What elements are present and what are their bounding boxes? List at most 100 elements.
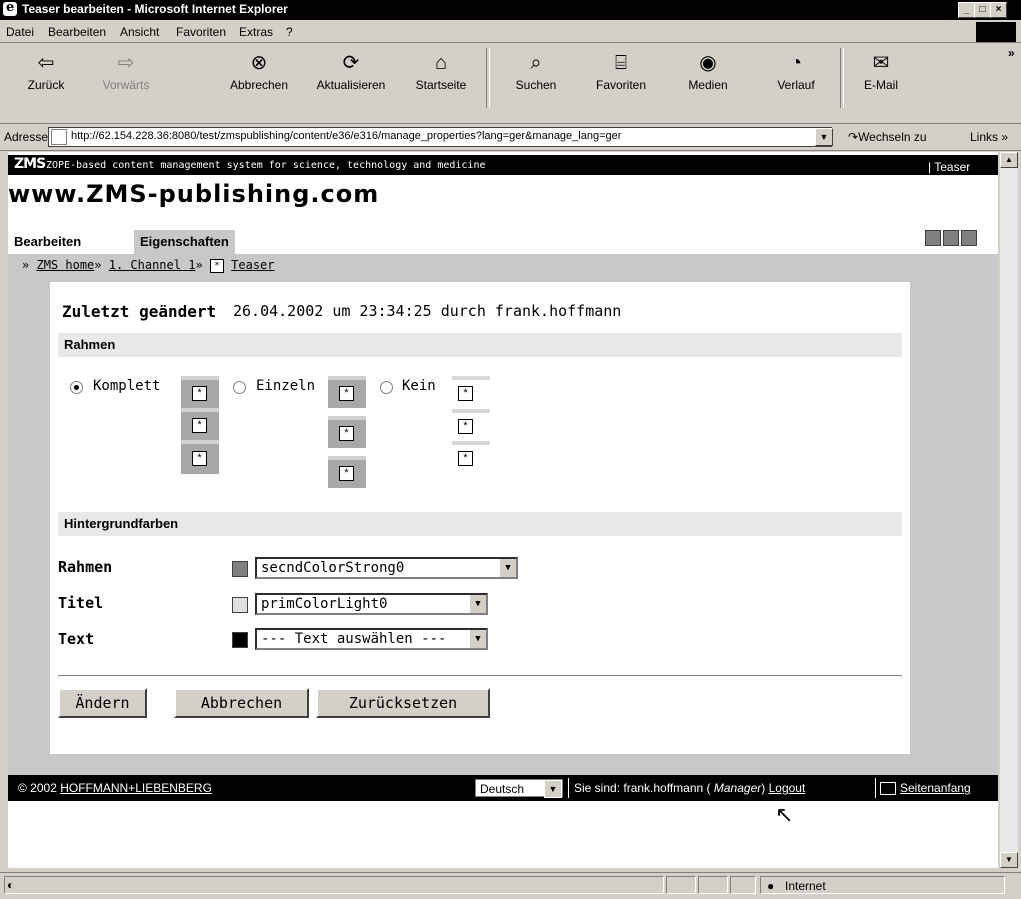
menu-favoriten[interactable]: Favoriten [176, 25, 226, 39]
teaser-icon: * [458, 386, 473, 401]
color-label-titel: Titel [58, 594, 104, 612]
frame-preview-kein-1: * [452, 376, 490, 408]
tab-bearbeiten[interactable]: Bearbeiten [8, 230, 87, 254]
site-name: www.ZMS-publishing.com [8, 180, 380, 208]
breadcrumb: » ZMS home» 1. Channel 1» * Teaser [22, 258, 275, 273]
frame-radio-komplett[interactable] [70, 381, 83, 394]
teaser-icon: * [339, 466, 354, 481]
media-button[interactable]: ◉ Medien [672, 52, 744, 112]
window-title-bar: Teaser bearbeiten - Microsoft Internet E… [0, 0, 1021, 20]
breadcrumb-channel[interactable]: 1. Channel 1 [109, 258, 196, 272]
menu-ansicht[interactable]: Ansicht [120, 25, 159, 39]
page-status-icon: ◐ [7, 878, 15, 892]
frame-label-kein: Kein [402, 378, 436, 394]
color-label-rahmen: Rahmen [58, 558, 113, 576]
address-label: Adresse [4, 130, 49, 144]
page-icon [51, 129, 67, 145]
scroll-up-button[interactable]: ▲ [1000, 152, 1018, 168]
frame-radio-kein[interactable] [380, 381, 393, 394]
frame-preview-einzeln-1: * [328, 376, 366, 408]
history-icon: ◔ [789, 52, 803, 74]
toolbar-overflow-icon[interactable]: » [1008, 46, 1015, 60]
footer-separator [875, 778, 876, 798]
refresh-button[interactable]: ⟳ Aktualisieren [306, 52, 396, 112]
menu-extras[interactable]: Extras [239, 25, 273, 39]
frame-label-einzeln: Einzeln [256, 378, 316, 394]
breadcrumb-home[interactable]: ZMS home [36, 258, 94, 272]
menu-datei[interactable]: Datei [6, 25, 34, 39]
document-icon[interactable] [943, 230, 959, 246]
chevron-down-icon: ▼ [499, 559, 516, 577]
toolbar-separator [840, 48, 844, 108]
settings-icon[interactable] [925, 230, 941, 246]
tab-eigenschaften[interactable]: Eigenschaften [134, 230, 235, 254]
frame-preview-einzeln-2: * [328, 416, 366, 448]
zms-logo: ZMS [14, 156, 46, 172]
links-button[interactable]: Links » [970, 130, 1008, 144]
windows-logo-icon [976, 22, 1016, 42]
minimize-button[interactable]: _ [958, 2, 975, 18]
color-select-titel[interactable]: primColorLight0 ▼ [255, 593, 488, 615]
stop-button[interactable]: ⊗ Abbrechen [223, 52, 295, 112]
frame-preview-kein-3: * [452, 441, 490, 473]
page-top-link[interactable]: Seitenanfang [900, 781, 971, 795]
security-zone: ● Internet [760, 876, 1005, 894]
status-text-panel: ◐ [4, 876, 664, 894]
close-button[interactable]: × [990, 2, 1007, 18]
logout-link[interactable]: Logout [769, 781, 806, 795]
frame-preview-einzeln-3: * [328, 456, 366, 488]
zms-context: | Teaser [928, 160, 971, 174]
color-select-text[interactable]: --- Text auswählen --- ▼ [255, 628, 488, 650]
search-button[interactable]: ⌕ Suchen [500, 52, 572, 112]
teaser-icon: * [192, 451, 207, 466]
chevron-down-icon: ▼ [469, 630, 486, 648]
footer-bar: © 2002 HOFFMANN+LIEBENBERG Deutsch ▼ Sie … [8, 775, 998, 801]
favorites-button[interactable]: ⌸ Favoriten [585, 52, 657, 112]
user-info: Sie sind: frank.hoffmann ( Manager) Logo… [574, 781, 806, 795]
window-title: Teaser bearbeiten - Microsoft Internet E… [22, 2, 288, 16]
mail-button[interactable]: ✉ E-Mail [845, 52, 917, 112]
go-button[interactable]: ↷Wechseln zu [848, 130, 927, 144]
frame-radio-einzeln[interactable] [233, 381, 246, 394]
address-input[interactable]: http://62.154.228.36:8080/test/zmspublis… [48, 127, 832, 147]
menu-help[interactable]: ? [286, 25, 293, 39]
address-dropdown-button[interactable]: ▼ [815, 128, 833, 146]
change-button[interactable]: Ändern [58, 688, 147, 718]
reset-button[interactable]: Zurücksetzen [316, 688, 490, 718]
language-select[interactable]: Deutsch ▼ [475, 779, 563, 798]
company-link[interactable]: HOFFMANN+LIEBENBERG [60, 781, 212, 795]
color-swatch-text [232, 632, 248, 648]
search-icon[interactable] [961, 230, 977, 246]
last-change-value: 26.04.2002 um 23:34:25 durch frank.hoffm… [233, 302, 622, 320]
globe-icon: ● [767, 879, 775, 893]
user-role: Manager [713, 781, 762, 795]
frame-preview-kein-2: * [452, 409, 490, 441]
breadcrumb-teaser[interactable]: Teaser [231, 258, 274, 272]
scroll-down-button[interactable]: ▼ [1000, 852, 1018, 868]
colors-section-header: Hintergrundfarben [58, 512, 902, 536]
teaser-icon: * [458, 451, 473, 466]
page-top-icon[interactable] [880, 782, 896, 795]
menu-bearbeiten[interactable]: Bearbeiten [48, 25, 106, 39]
frame-preview-komplett: * * * [181, 376, 219, 474]
toolbar-separator [486, 48, 490, 108]
zms-header-bar: ZMS ZOPE-based content management system… [8, 155, 998, 175]
status-panel [698, 876, 728, 894]
search-icon: ⌕ [530, 52, 542, 74]
maximize-button[interactable]: □ [974, 2, 991, 18]
color-swatch-rahmen [232, 561, 248, 577]
history-button[interactable]: ◔ Verlauf [760, 52, 832, 112]
footer-separator [568, 778, 569, 798]
back-button[interactable]: ⇦ Zurück [10, 52, 82, 112]
media-icon: ◉ [699, 52, 717, 74]
color-swatch-titel [232, 597, 248, 613]
address-url: http://62.154.228.36:8080/test/zmspublis… [71, 130, 622, 142]
cancel-button[interactable]: Abbrechen [174, 688, 309, 718]
home-button[interactable]: ⌂ Startseite [405, 52, 477, 112]
teaser-icon: * [209, 258, 224, 273]
teaser-icon: * [339, 426, 354, 441]
teaser-icon: * [192, 418, 207, 433]
vertical-scrollbar[interactable] [1000, 152, 1018, 868]
color-select-rahmen[interactable]: secndColorStrong0 ▼ [255, 557, 518, 579]
forward-button[interactable]: ⇨ Vorwärts [90, 52, 162, 112]
